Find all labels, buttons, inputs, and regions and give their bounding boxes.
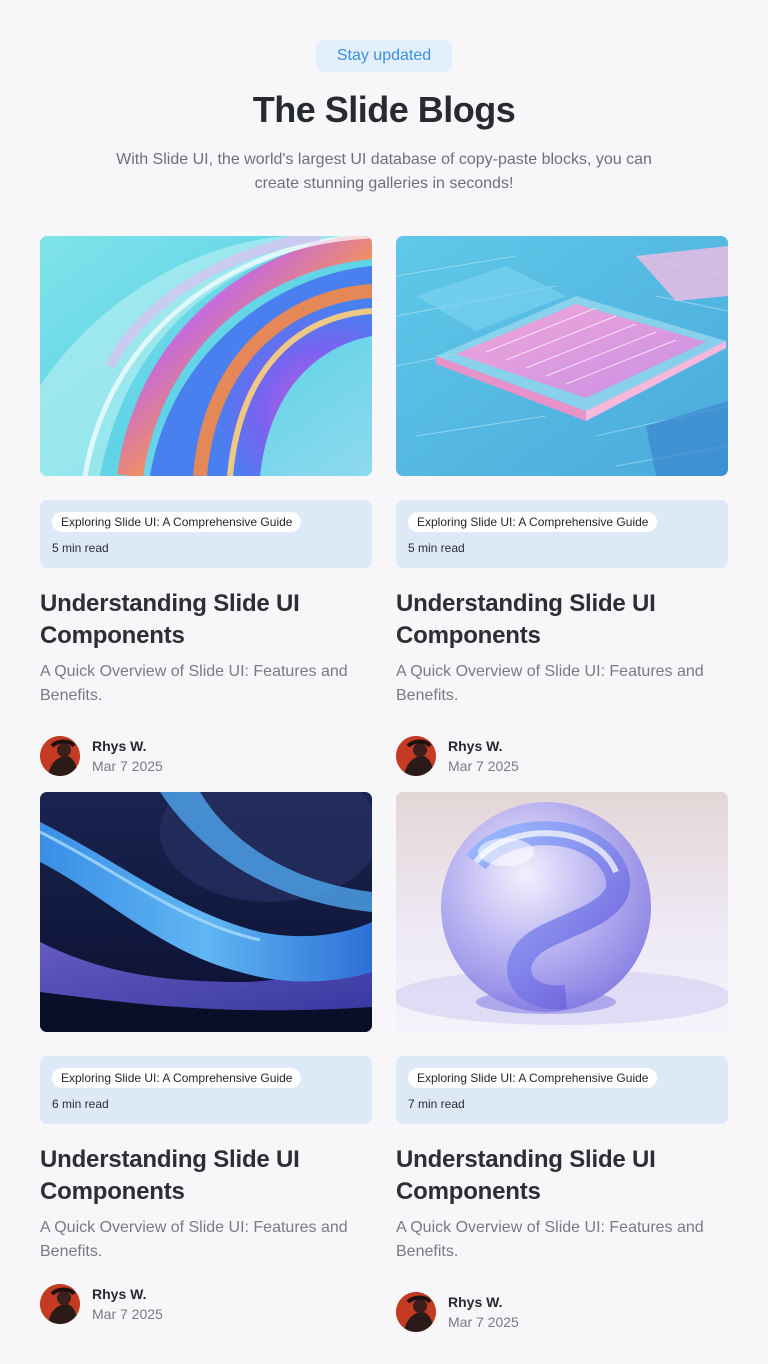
author-info: Rhys W. Mar 7 2025 xyxy=(40,1284,372,1324)
author-name: Rhys W. xyxy=(92,1286,147,1302)
blog-card[interactable]: Exploring Slide UI: A Comprehensive Guid… xyxy=(396,792,728,1332)
category-tag[interactable]: Exploring Slide UI: A Comprehensive Guid… xyxy=(408,512,658,532)
blue-waves-image[interactable] xyxy=(40,792,372,1032)
post-title[interactable]: Understanding Slide UI Components xyxy=(40,588,372,652)
avatar xyxy=(40,1284,80,1324)
post-meta: Exploring Slide UI: A Comprehensive Guid… xyxy=(40,500,372,568)
post-meta: Exploring Slide UI: A Comprehensive Guid… xyxy=(396,1056,728,1124)
author-name: Rhys W. xyxy=(448,1294,503,1310)
author-info: Rhys W. Mar 7 2025 xyxy=(40,736,372,776)
category-tag[interactable]: Exploring Slide UI: A Comprehensive Guid… xyxy=(408,1068,658,1088)
circuit-chip-image[interactable] xyxy=(396,236,728,476)
post-date: Mar 7 2025 xyxy=(448,1314,519,1330)
post-title[interactable]: Understanding Slide UI Components xyxy=(396,588,728,652)
post-date: Mar 7 2025 xyxy=(92,758,163,774)
author-info: Rhys W. Mar 7 2025 xyxy=(396,736,728,776)
post-meta: Exploring Slide UI: A Comprehensive Guid… xyxy=(40,1056,372,1124)
post-meta: Exploring Slide UI: A Comprehensive Guid… xyxy=(396,500,728,568)
avatar xyxy=(396,1292,436,1332)
post-date: Mar 7 2025 xyxy=(448,758,519,774)
page-subtitle: With Slide UI, the world's largest UI da… xyxy=(116,151,652,192)
abstract-glass-swirl-image[interactable] xyxy=(40,236,372,476)
post-description: A Quick Overview of Slide UI: Features a… xyxy=(40,663,348,704)
read-time: 7 min read xyxy=(408,1097,465,1111)
category-tag[interactable]: Exploring Slide UI: A Comprehensive Guid… xyxy=(52,1068,302,1088)
post-description: A Quick Overview of Slide UI: Features a… xyxy=(396,1219,704,1260)
post-description: A Quick Overview of Slide UI: Features a… xyxy=(40,1219,348,1260)
post-date: Mar 7 2025 xyxy=(92,1306,163,1322)
avatar xyxy=(40,736,80,776)
blog-card[interactable]: Exploring Slide UI: A Comprehensive Guid… xyxy=(40,236,372,776)
post-title[interactable]: Understanding Slide UI Components xyxy=(396,1144,728,1208)
post-description: A Quick Overview of Slide UI: Features a… xyxy=(396,663,704,704)
author-name: Rhys W. xyxy=(448,738,503,754)
blog-card[interactable]: Exploring Slide UI: A Comprehensive Guid… xyxy=(396,236,728,776)
read-time: 6 min read xyxy=(52,1097,109,1111)
author-info: Rhys W. Mar 7 2025 xyxy=(396,1292,728,1332)
post-title[interactable]: Understanding Slide UI Components xyxy=(40,1144,372,1208)
stay-updated-badge: Stay updated xyxy=(316,40,452,72)
avatar xyxy=(396,736,436,776)
read-time: 5 min read xyxy=(52,541,109,555)
glass-sphere-image[interactable] xyxy=(396,792,728,1032)
author-name: Rhys W. xyxy=(92,738,147,754)
read-time: 5 min read xyxy=(408,541,465,555)
category-tag[interactable]: Exploring Slide UI: A Comprehensive Guid… xyxy=(52,512,302,532)
page-title: The Slide Blogs xyxy=(252,89,516,130)
blog-card[interactable]: Exploring Slide UI: A Comprehensive Guid… xyxy=(40,792,372,1324)
